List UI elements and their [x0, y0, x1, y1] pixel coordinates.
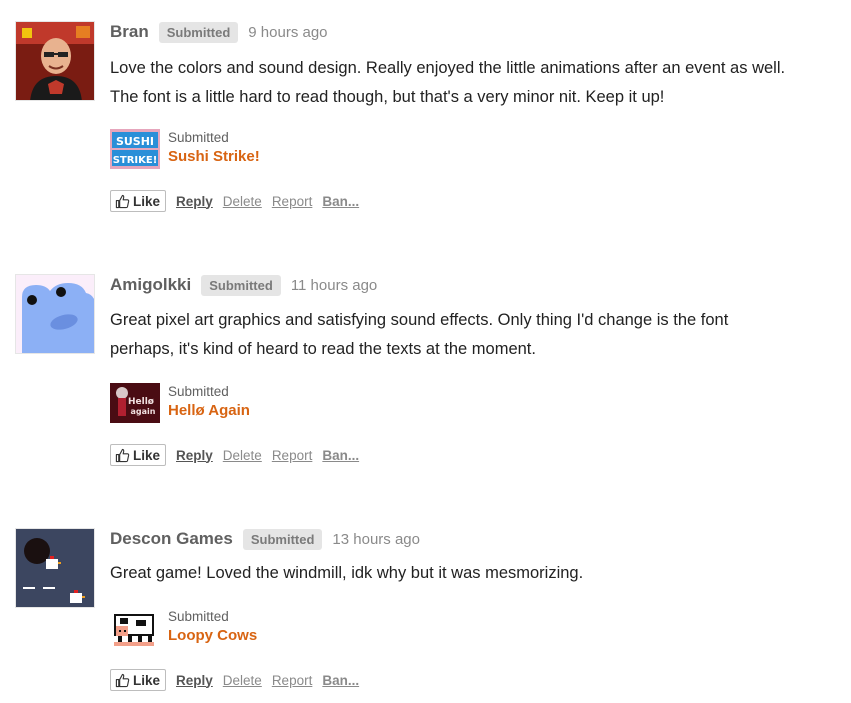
thumbnail-text: SUSHI	[116, 135, 154, 148]
comment-body-line: Great pixel art graphics and satisfying …	[110, 311, 729, 329]
comment-body-line: The font is a little hard to read though…	[110, 88, 665, 106]
thumbnail-text: Hellø	[128, 397, 154, 407]
user-avatar[interactable]	[15, 274, 95, 354]
comment-header: Amigolkki Submitted 11 hours ago	[110, 274, 377, 296]
author-link[interactable]: Amigolkki	[110, 275, 191, 295]
comment-item: Descon Games Submitted 13 hours ago Grea…	[0, 528, 851, 703]
submission-status: Submitted	[168, 130, 229, 145]
delete-link[interactable]: Delete	[223, 194, 262, 209]
comment-body: Great game! Loved the windmill, idk why …	[110, 559, 840, 588]
like-label: Like	[133, 447, 161, 463]
submission-status: Submitted	[168, 384, 229, 399]
status-badge: Submitted	[242, 528, 323, 550]
ban-link[interactable]: Ban...	[322, 194, 359, 209]
submission-title-link[interactable]: Sushi Strike!	[168, 148, 260, 165]
report-link[interactable]: Report	[272, 448, 313, 463]
comment-body-line: perhaps, it's kind of heard to read the …	[110, 340, 536, 358]
user-avatar[interactable]	[15, 21, 95, 101]
comment-body-line: Great game! Loved the windmill, idk why …	[110, 564, 584, 582]
submission-title-link[interactable]: Loopy Cows	[168, 627, 257, 644]
submission-status: Submitted	[168, 609, 229, 624]
delete-link[interactable]: Delete	[223, 673, 262, 688]
loopy-cows-thumbnail-icon	[110, 608, 160, 648]
thumbnail-text: STRIKE!	[113, 155, 158, 166]
thumbs-up-icon	[115, 673, 130, 687]
blue-blob-avatar-icon	[16, 275, 94, 353]
comment-body: Great pixel art graphics and satisfying …	[110, 306, 840, 364]
user-avatar[interactable]	[15, 528, 95, 608]
like-button[interactable]: Like	[110, 190, 167, 212]
submission-thumbnail[interactable]: SUSHI STRIKE!	[110, 129, 160, 169]
pixel-chicken-avatar-icon	[16, 529, 94, 607]
comment-actions: Like Reply Delete Report Ban...	[110, 668, 359, 692]
submission-card: SUSHI STRIKE! Submitted Sushi Strike!	[110, 129, 510, 169]
ban-link[interactable]: Ban...	[322, 448, 359, 463]
like-button[interactable]: Like	[110, 444, 167, 466]
comment-actions: Like Reply Delete Report Ban...	[110, 189, 359, 213]
reply-link[interactable]: Reply	[176, 673, 213, 688]
comment-item: Amigolkki Submitted 11 hours ago Great p…	[0, 274, 851, 474]
submission-card: Submitted Loopy Cows	[110, 608, 510, 648]
submission-thumbnail[interactable]	[110, 608, 160, 648]
thumbnail-text: again	[131, 407, 156, 416]
comment-header: Descon Games Submitted 13 hours ago	[110, 528, 420, 550]
reply-link[interactable]: Reply	[176, 194, 213, 209]
comment-actions: Like Reply Delete Report Ban...	[110, 443, 359, 467]
submission-title-link[interactable]: Hellø Again	[168, 402, 250, 419]
thumbs-up-icon	[115, 194, 130, 208]
submission-card: Hellø again Submitted Hellø Again	[110, 383, 510, 423]
delete-link[interactable]: Delete	[223, 448, 262, 463]
status-badge: Submitted	[158, 21, 239, 43]
timestamp[interactable]: 13 hours ago	[332, 531, 420, 548]
comment-body: Love the colors and sound design. Really…	[110, 54, 840, 112]
comment-body-line: Love the colors and sound design. Really…	[110, 59, 786, 77]
sushi-strike-thumbnail-icon: SUSHI STRIKE!	[110, 129, 160, 169]
like-button[interactable]: Like	[110, 669, 167, 691]
report-link[interactable]: Report	[272, 194, 313, 209]
author-link[interactable]: Bran	[110, 22, 149, 42]
timestamp[interactable]: 11 hours ago	[291, 277, 377, 294]
submission-thumbnail[interactable]: Hellø again	[110, 383, 160, 423]
author-link[interactable]: Descon Games	[110, 529, 233, 549]
timestamp[interactable]: 9 hours ago	[248, 24, 327, 41]
hello-again-thumbnail-icon: Hellø again	[110, 383, 160, 423]
comment-item: Bran Submitted 9 hours ago Love the colo…	[0, 21, 851, 221]
thumbs-up-icon	[115, 448, 130, 462]
ban-link[interactable]: Ban...	[322, 673, 359, 688]
reply-link[interactable]: Reply	[176, 448, 213, 463]
like-label: Like	[133, 193, 161, 209]
user-photo-avatar-icon	[16, 22, 94, 100]
comment-header: Bran Submitted 9 hours ago	[110, 21, 328, 43]
status-badge: Submitted	[201, 274, 281, 296]
like-label: Like	[133, 672, 161, 688]
report-link[interactable]: Report	[272, 673, 313, 688]
